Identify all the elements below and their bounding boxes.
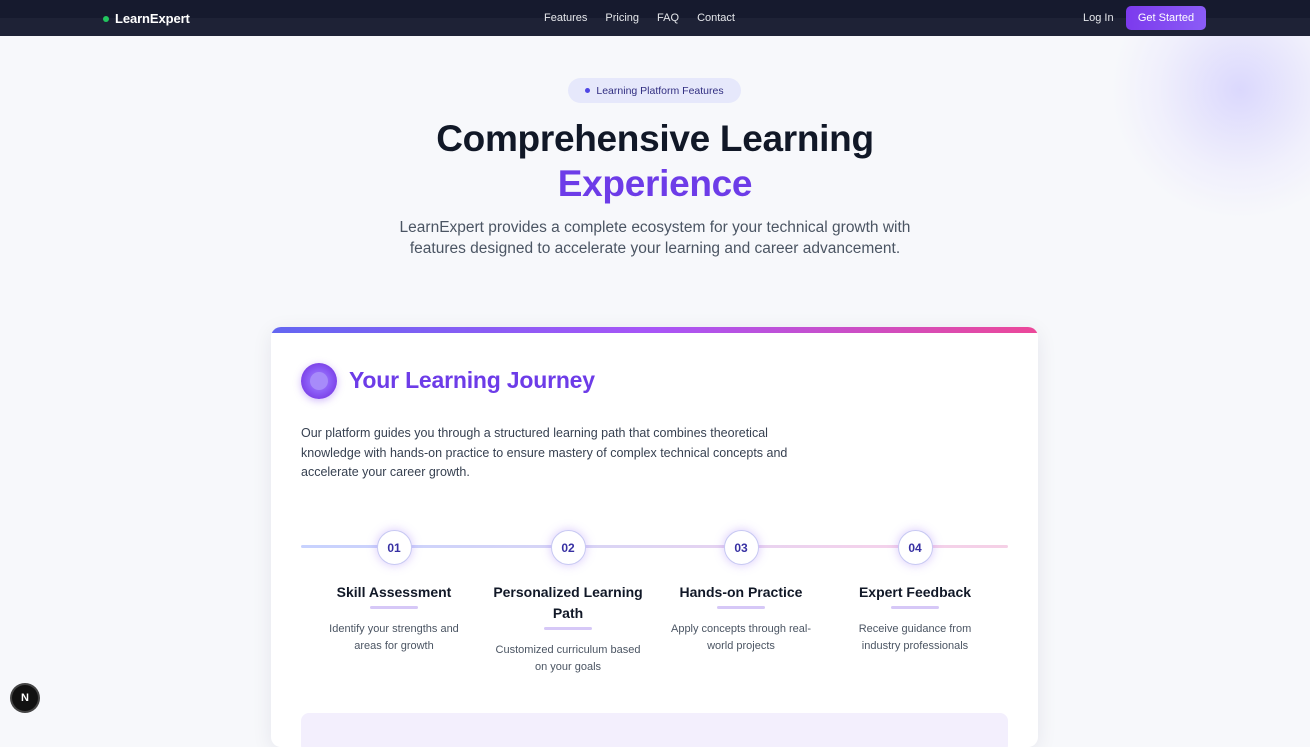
nav-links: Features Pricing FAQ Contact — [544, 12, 735, 24]
brand-logo[interactable]: LearnExpert — [103, 11, 190, 26]
step-description: Receive guidance from industry professio… — [858, 623, 972, 652]
step-title: Hands-on Practice — [679, 584, 803, 600]
step-description: Customized curriculum based on your goal… — [495, 644, 641, 673]
step-number: 02 — [550, 530, 586, 565]
journey-orb-icon — [301, 363, 337, 399]
login-link[interactable]: Log In — [1083, 12, 1114, 24]
top-navbar: LearnExpert Features Pricing FAQ Contact… — [0, 0, 1310, 36]
step-number: 03 — [723, 530, 759, 565]
step-underline — [370, 606, 418, 609]
step-underline — [544, 627, 592, 630]
journey-step-4: 04 Expert Feedback Receive guidance from… — [835, 530, 995, 655]
step-description: Apply concepts through real-world projec… — [670, 623, 812, 652]
step-underline — [717, 606, 765, 609]
step-title: Expert Feedback — [858, 584, 972, 600]
journey-description: Our platform guides you through a struct… — [301, 426, 788, 479]
get-started-button[interactable]: Get Started — [1126, 6, 1206, 30]
learning-journey-card: Your Learning Journey Our platform guide… — [271, 327, 1038, 747]
hero-lead: LearnExpert provides a complete ecosyste… — [399, 219, 911, 257]
brand-name: LearnExpert — [115, 11, 190, 26]
hero-title-line1: Comprehensive Learning — [436, 118, 874, 159]
step-title: Skill Assessment — [336, 584, 452, 600]
step-description: Identify your strengths and areas for gr… — [329, 623, 459, 652]
nav-link-pricing[interactable]: Pricing — [605, 12, 639, 24]
journey-next-panel — [301, 713, 1008, 747]
step-title: Personalized Learning Path — [493, 584, 643, 621]
hero-title: Comprehensive Learning Experience — [0, 116, 1310, 206]
nav-link-features[interactable]: Features — [544, 12, 587, 24]
badge-dot-icon — [585, 88, 591, 93]
section-badge: Learning Platform Features — [568, 78, 741, 103]
journey-step-3: 03 Hands-on Practice Apply concepts thro… — [661, 530, 821, 655]
step-underline — [891, 606, 939, 609]
dev-tools-badge[interactable]: N — [12, 685, 38, 711]
journey-title: Your Learning Journey — [349, 367, 595, 393]
card-gradient-bar — [271, 327, 1038, 333]
step-number: 04 — [897, 530, 933, 565]
nav-link-contact[interactable]: Contact — [697, 12, 735, 24]
journey-step-2: 02 Personalized Learning Path Customized… — [488, 530, 648, 676]
hero-title-accent: Experience — [557, 163, 753, 204]
brand-dot-icon — [103, 15, 109, 22]
journey-step-1: 01 Skill Assessment Identify your streng… — [314, 530, 474, 655]
nav-link-faq[interactable]: FAQ — [657, 12, 679, 24]
step-number: 01 — [376, 530, 412, 565]
section-badge-label: Learning Platform Features — [596, 84, 724, 97]
